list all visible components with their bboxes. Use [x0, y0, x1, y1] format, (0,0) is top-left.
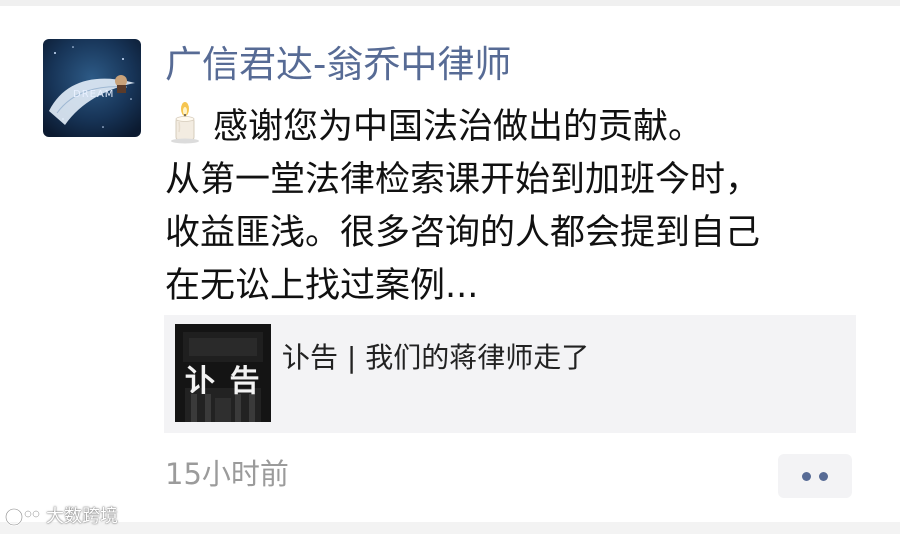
- avatar-text: DREAM: [73, 89, 115, 100]
- avatar[interactable]: DREAM: [43, 39, 141, 137]
- body-line-3: 收益匪浅。很多咨询的人都会提到自己: [165, 213, 761, 253]
- moments-post: DREAM 广信君达-翁乔中律师 感谢您为中国法治做出的贡献。 从第一堂法律检索…: [0, 6, 900, 522]
- shared-article-card[interactable]: 讣 告 讣告 | 我们的蒋律师走了: [164, 315, 856, 433]
- body-line-2: 从第一堂法律检索课开始到加班今时，: [165, 160, 761, 200]
- candle-icon: [165, 100, 205, 144]
- body-line-1-text: 感谢您为中国法治做出的贡献。: [213, 107, 704, 147]
- watermark-text: 大数跨境: [46, 506, 118, 527]
- watermark: 大数跨境: [4, 503, 118, 531]
- article-title: 讣告 | 我们的蒋律师走了: [282, 341, 590, 374]
- more-options-button[interactable]: [778, 454, 852, 498]
- avatar-image: [43, 39, 141, 137]
- body-line-1: 感谢您为中国法治做出的贡献。: [165, 100, 865, 154]
- body-line-4: 在无讼上找过案例...: [165, 266, 479, 306]
- post-timestamp: 15小时前: [165, 457, 289, 491]
- article-thumbnail: 讣 告: [175, 324, 271, 422]
- brand-logo-icon: [4, 505, 44, 529]
- bottom-divider: [0, 522, 900, 534]
- thumbnail-caption: 讣 告: [185, 364, 262, 399]
- post-body: 感谢您为中国法治做出的贡献。 从第一堂法律检索课开始到加班今时， 收益匪浅。很多…: [165, 100, 865, 313]
- author-name[interactable]: 广信君达-翁乔中律师: [165, 42, 511, 88]
